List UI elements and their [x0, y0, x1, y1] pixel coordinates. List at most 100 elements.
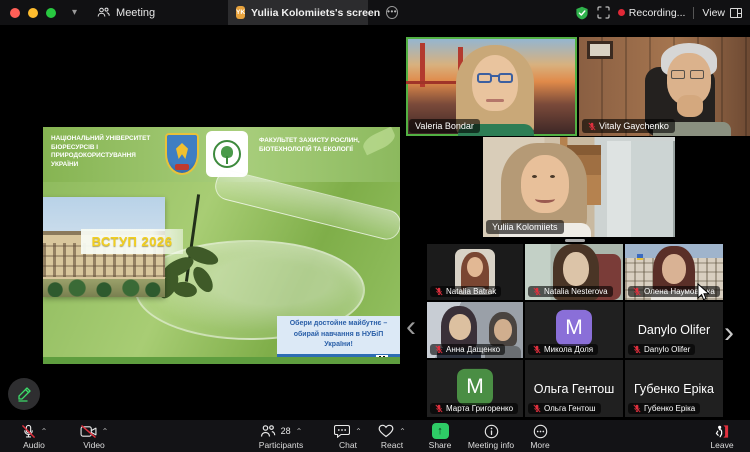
panel-drag-handle[interactable]	[565, 239, 585, 242]
next-page-chevron[interactable]: ›	[724, 318, 734, 348]
video-tile-marta-hryhorenko[interactable]: M Марта Григоренко	[427, 360, 523, 417]
minimize-window-button[interactable]	[28, 8, 38, 18]
share-screen-icon: ↑	[432, 423, 449, 439]
title-bar: ▾ Meeting YK Yuliia Kolomiiets's screen …	[0, 0, 750, 25]
avatar-letter: M	[565, 316, 583, 340]
avatar-letter: M	[466, 374, 484, 398]
video-tile-anna-dashchenko[interactable]: Анна Дащенко	[427, 302, 523, 358]
participant-name-label: Микола Доля	[528, 344, 598, 355]
letter-avatar: M	[556, 310, 592, 346]
glasses	[671, 70, 685, 79]
share-button[interactable]: ↑ Share	[418, 420, 462, 452]
flag	[637, 254, 643, 258]
pencil-icon	[16, 386, 32, 402]
video-tile-hubenko-erika[interactable]: Губенко Еріка Губенко Еріка	[625, 360, 723, 417]
muted-mic-icon	[435, 287, 443, 296]
tab-screen-share[interactable]: YK Yuliia Kolomiiets's screen •••	[228, 0, 368, 25]
video-label: Video	[83, 440, 105, 450]
smile	[535, 195, 555, 203]
audio-button[interactable]: ⌃ Audio	[6, 420, 62, 452]
encryption-shield-icon[interactable]	[575, 6, 589, 20]
name-text: Natalia Nesterova	[544, 287, 608, 296]
zoom-meeting-window: ▾ Meeting YK Yuliia Kolomiiets's screen …	[0, 0, 750, 452]
video-tile-olha-hentosh[interactable]: Ольга Гентош Ольга Гентош	[525, 360, 623, 417]
view-button[interactable]: View	[702, 7, 742, 19]
participant-name-label: Губенко Еріка	[628, 403, 700, 414]
video-tile-yuliia-kolomiiets[interactable]: Yuliia Kolomiiets	[483, 137, 675, 237]
previous-page-chevron[interactable]: ‹	[406, 312, 416, 342]
participants-options-chevron[interactable]: ⌃	[296, 427, 303, 436]
participant-name-label: Vitaly Gaychenko	[582, 119, 675, 133]
video-tile-danylo-olifer[interactable]: Danylo Olifer Danylo Olifer	[625, 302, 723, 358]
react-button[interactable]: ⌃ React	[366, 420, 418, 452]
recording-indicator[interactable]: Recording...	[618, 7, 686, 19]
name-text: Марта Григоренко	[446, 404, 513, 413]
share-label: Share	[429, 440, 452, 450]
tree-icon	[213, 140, 241, 168]
react-options-chevron[interactable]: ⌃	[399, 427, 406, 436]
more-label: More	[530, 440, 549, 450]
divider	[693, 7, 694, 19]
mouse-cursor	[697, 283, 710, 302]
shared-screen-slide: НАЦІОНАЛЬНИЙ УНІВЕРСИТЕТ БІОРЕСУРСІВ І П…	[43, 127, 400, 364]
tab-meeting[interactable]: Meeting	[97, 7, 155, 19]
annotate-button[interactable]	[8, 378, 40, 410]
close-window-button[interactable]	[10, 8, 20, 18]
person-face	[563, 252, 589, 286]
view-label: View	[702, 7, 725, 19]
audio-label: Audio	[23, 440, 45, 450]
participant-name-label: Анна Дащенко	[430, 344, 505, 355]
person-face	[662, 254, 686, 284]
picture-frame	[587, 41, 613, 59]
tab-screen-share-label: Yuliia Kolomiiets's screen	[251, 7, 380, 19]
person-face	[472, 55, 518, 111]
zoom-window-button[interactable]	[46, 8, 56, 18]
titlebar-right-controls: Recording... View	[575, 0, 742, 25]
video-tile-vitaly-gaychenko[interactable]: Vitaly Gaychenko	[579, 37, 750, 136]
video-tile-mykola-dolia[interactable]: M Микола Доля	[525, 302, 623, 358]
mouth	[486, 99, 504, 102]
video-options-chevron[interactable]: ⌃	[102, 427, 109, 436]
participants-icon	[260, 424, 276, 438]
second-person-face	[494, 319, 512, 341]
name-text: Ольга Гентош	[544, 404, 596, 413]
name-text: Valeria Bondar	[415, 121, 474, 131]
university-crest-logo	[165, 133, 199, 175]
cta-line2: обирай навчання в НУБіП України!	[279, 330, 398, 351]
muted-mic-icon	[588, 122, 596, 131]
leave-label: Leave	[710, 440, 733, 450]
chevron-down-icon[interactable]: ▾	[72, 7, 77, 18]
name-text: Danylo Olifer	[644, 345, 690, 354]
meeting-info-label: Meeting info	[468, 440, 514, 450]
meeting-info-button[interactable]: Meeting info	[458, 420, 524, 452]
muted-mic-icon	[533, 287, 541, 296]
participants-button[interactable]: 28 ⌃ Participants	[246, 420, 316, 452]
audio-options-chevron[interactable]: ⌃	[41, 427, 48, 436]
mic-muted-icon	[21, 424, 36, 439]
tab-options-icon[interactable]: •••	[386, 6, 398, 19]
video-tile-natalia-batrak[interactable]: Natalia Batrak	[427, 244, 523, 300]
participant-name-label: Марта Григоренко	[430, 403, 518, 414]
slide-footer-strip	[43, 357, 400, 364]
chat-icon	[334, 424, 350, 438]
letter-avatar: M	[457, 368, 493, 404]
participant-name-label: Natalia Batrak	[430, 286, 501, 297]
people-icon	[97, 7, 110, 18]
focus-frame-icon[interactable]	[597, 6, 610, 19]
leave-button[interactable]: Leave	[700, 420, 744, 452]
faculty-name: ФАКУЛЬТЕТ ЗАХИСТУ РОСЛИН, БІОТЕХНОЛОГІЙ …	[259, 137, 379, 154]
chat-options-chevron[interactable]: ⌃	[355, 427, 362, 436]
video-tile-valeria-bondar[interactable]: Valeria Bondar	[406, 37, 577, 136]
video-tile-natalia-nesterova[interactable]: Natalia Nesterova	[525, 244, 623, 300]
glass-cabinet	[607, 141, 675, 237]
university-name: НАЦІОНАЛЬНИЙ УНІВЕРСИТЕТ БІОРЕСУРСІВ І П…	[51, 135, 159, 170]
cta-line1: Обери достойне майбутнє –	[279, 319, 398, 330]
eye	[550, 175, 555, 178]
more-button[interactable]: More	[518, 420, 562, 452]
glasses-bridge	[491, 75, 499, 77]
participant-name-label: Yuliia Kolomiiets	[486, 220, 564, 234]
leave-icon	[714, 424, 730, 439]
video-button[interactable]: ⌃ Video	[66, 420, 122, 452]
name-text: Анна Дащенко	[446, 345, 500, 354]
muted-mic-icon	[533, 404, 541, 413]
